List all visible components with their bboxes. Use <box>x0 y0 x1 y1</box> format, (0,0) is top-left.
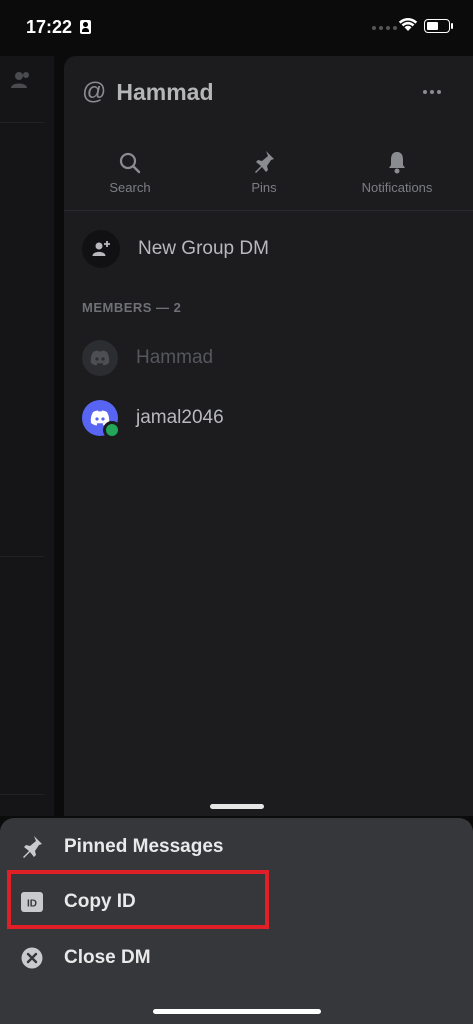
new-group-dm-label: New Group DM <box>138 238 269 259</box>
at-symbol: @ <box>82 78 107 105</box>
close-dm-label: Close DM <box>64 947 151 968</box>
bell-icon <box>389 152 405 174</box>
member-name: Hammad <box>136 347 214 368</box>
new-group-dm-button[interactable]: New Group DM <box>82 230 269 268</box>
notifications-action-label: Notifications <box>361 180 433 195</box>
pins-action-label: Pins <box>251 180 277 195</box>
pin-icon <box>23 836 42 858</box>
more-options-icon[interactable] <box>423 90 441 94</box>
dm-username: Hammad <box>116 78 214 105</box>
divider <box>0 794 44 795</box>
channel-panel-background <box>0 56 54 816</box>
members-header: MEMBERS — 2 <box>82 300 182 315</box>
divider <box>0 556 44 557</box>
pins-action-button[interactable]: Pins <box>209 146 319 195</box>
member-item-jamal2046[interactable]: jamal2046 <box>82 400 224 439</box>
friends-icon <box>11 72 29 88</box>
discord-logo-icon <box>82 340 118 376</box>
cellular-signal-icon <box>372 26 397 30</box>
close-circle-icon <box>21 947 43 969</box>
clock: 17:22 <box>26 17 73 37</box>
online-status-indicator <box>103 421 121 439</box>
wifi-icon <box>398 17 418 31</box>
person-badge-icon <box>80 20 91 34</box>
dm-action-row: Search Pins Notifications <box>64 146 473 211</box>
sheet-drag-handle[interactable] <box>210 804 264 809</box>
divider <box>0 122 44 123</box>
search-action-button[interactable]: Search <box>75 146 185 195</box>
notifications-action-button[interactable]: Notifications <box>342 146 452 195</box>
dm-details-drawer: @ Hammad Search Pins Notifications New G… <box>64 56 473 816</box>
pinned-messages-option[interactable]: Pinned Messages <box>0 820 473 874</box>
member-item-hammad[interactable]: Hammad <box>82 340 213 376</box>
pin-icon <box>255 151 274 173</box>
add-user-icon <box>82 230 120 268</box>
dm-header: @ Hammad <box>82 78 214 106</box>
dm-options-sheet: Pinned Messages ID Copy ID Close DM <box>0 818 473 1024</box>
home-indicator[interactable] <box>153 1009 321 1014</box>
search-icon <box>119 152 141 174</box>
discord-logo-icon <box>82 400 121 439</box>
status-bar: 17:22 <box>0 0 473 56</box>
close-dm-option[interactable]: Close DM <box>0 931 473 985</box>
search-action-label: Search <box>109 180 151 195</box>
pinned-messages-label: Pinned Messages <box>64 836 224 857</box>
battery-icon <box>424 19 453 33</box>
copy-id-highlight-box <box>7 870 269 929</box>
member-name: jamal2046 <box>136 407 224 428</box>
